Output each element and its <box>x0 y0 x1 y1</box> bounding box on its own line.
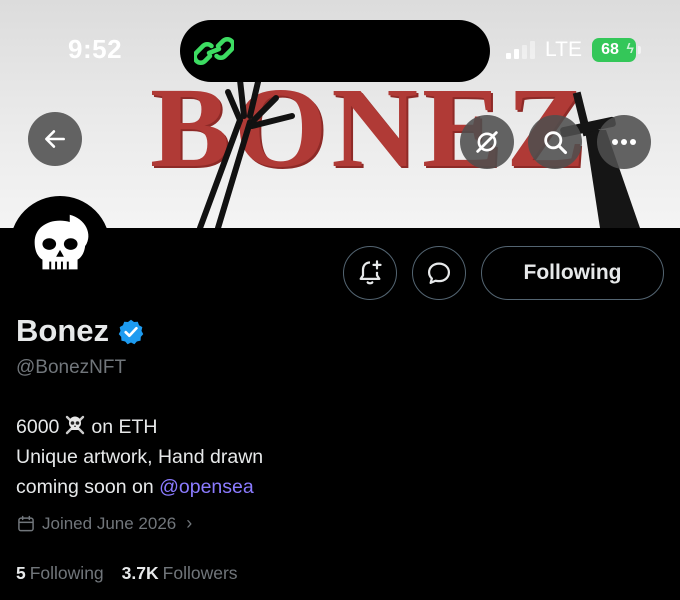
following-label: Following <box>29 563 104 583</box>
skull-logo-icon <box>34 214 89 270</box>
signal-icon <box>506 41 535 59</box>
skull-crossbones-icon <box>66 415 85 435</box>
search-icon <box>544 131 568 155</box>
search-button[interactable] <box>528 115 582 169</box>
avatar-image <box>14 200 106 292</box>
message-button[interactable] <box>412 246 466 300</box>
link-app-icon <box>194 37 234 65</box>
followers-label: Followers <box>162 563 238 583</box>
bio-line-1: 6000 on ETH <box>16 412 263 442</box>
following-count: 5 <box>16 563 26 583</box>
bio-line-3-text: coming soon on <box>16 476 154 498</box>
joined-label: Joined June 2026 <box>42 513 177 533</box>
followers-stat[interactable]: 3.7K Followers <box>122 563 238 584</box>
grok-button[interactable] <box>460 115 514 169</box>
following-stat[interactable]: 5 Following <box>16 563 104 584</box>
status-indicators: LTE 68 ϟ <box>506 38 641 62</box>
bio-chain: on ETH <box>91 416 158 438</box>
charging-icon: ϟ <box>626 40 634 56</box>
more-icon <box>612 139 636 145</box>
more-button[interactable] <box>597 115 651 169</box>
bell-plus-icon <box>359 260 382 285</box>
bio-supply: 6000 <box>16 416 60 438</box>
battery-indicator: 68 ϟ <box>591 38 641 62</box>
battery-level: 68 <box>601 41 619 58</box>
follow-stats: 5 Following 3.7K Followers <box>16 563 238 584</box>
arrow-left-icon <box>45 130 65 148</box>
bio-line-3: coming soon on @opensea <box>16 472 263 502</box>
joined-date[interactable]: Joined June 2026 › <box>16 513 192 534</box>
chevron-right-icon: › <box>186 513 193 533</box>
followers-count: 3.7K <box>121 563 159 583</box>
handle: @BonezNFT <box>16 357 127 378</box>
calendar-icon <box>18 515 34 531</box>
bio: 6000 on ETH Unique artwork, Hand drawn c… <box>16 412 263 502</box>
display-name-row: Bonez <box>16 313 145 349</box>
notifications-button[interactable] <box>343 246 397 300</box>
following-button[interactable]: Following <box>481 246 664 300</box>
avatar[interactable] <box>10 196 110 296</box>
verified-badge-icon[interactable] <box>117 318 145 346</box>
back-button[interactable] <box>28 112 82 166</box>
status-time: 9:52 <box>68 34 123 64</box>
message-icon <box>427 262 451 285</box>
dynamic-island <box>180 20 490 82</box>
opensea-mention-link[interactable]: @opensea <box>159 476 254 498</box>
display-name: Bonez <box>16 313 109 348</box>
network-label: LTE <box>545 38 582 61</box>
grok-icon <box>476 131 498 153</box>
bio-line-2: Unique artwork, Hand drawn <box>16 446 264 468</box>
